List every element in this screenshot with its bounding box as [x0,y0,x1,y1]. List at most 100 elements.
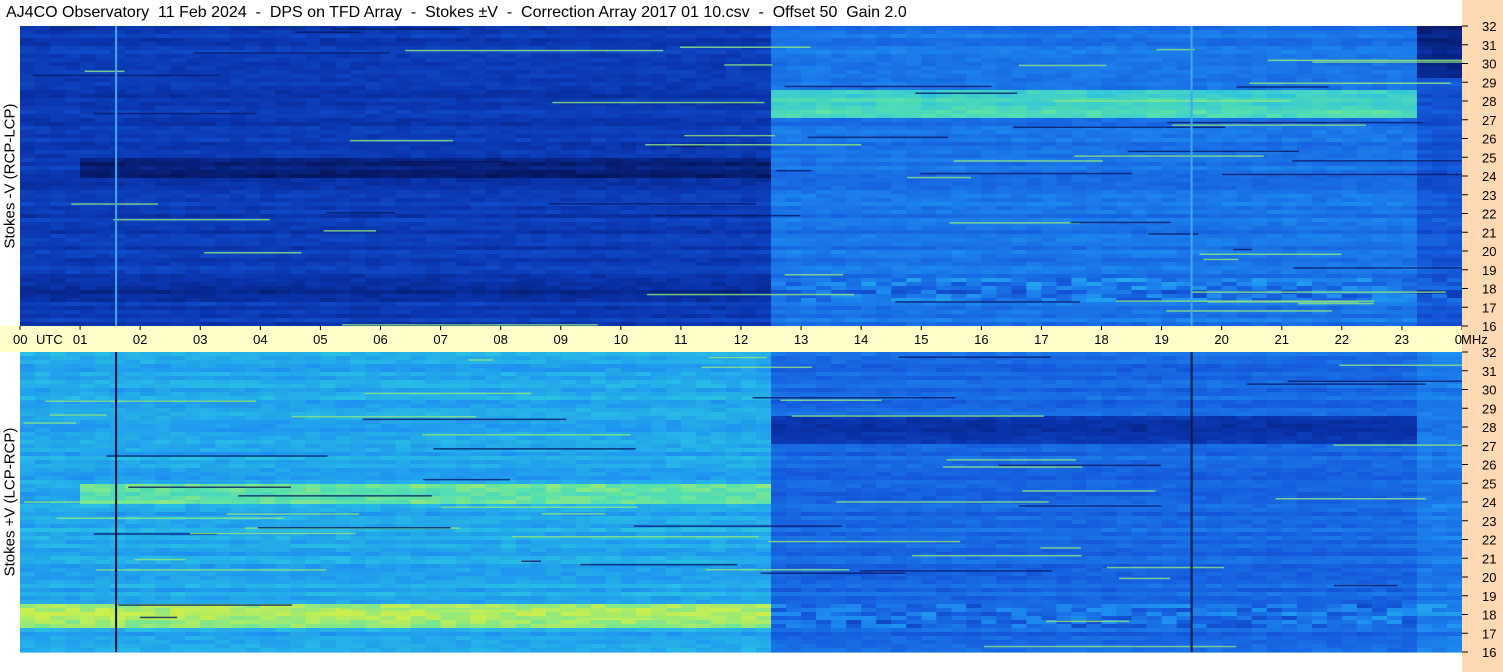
heatmap-cell [515,90,532,95]
heatmap-cell [1056,214,1073,219]
heatmap-cell [65,142,81,147]
heatmap-cell [155,146,171,151]
heatmap-cell [515,66,532,71]
heatmap-cell [350,114,367,119]
heatmap-cell [215,166,231,171]
heatmap-cell [425,146,442,151]
heatmap-cell [846,46,862,51]
heatmap-cell [20,218,36,223]
heatmap-cell [380,42,397,47]
heatmap-cell [650,42,667,47]
heatmap-cell [1161,62,1178,67]
heatmap-cell [831,162,847,167]
heatmap-cell [230,134,246,139]
heatmap-cell [275,206,291,211]
heatmap-cell [1416,114,1433,119]
heatmap-cell [786,50,802,55]
heatmap-cell [1116,138,1133,143]
heatmap-cell [80,126,96,131]
heatmap-cell [1206,226,1223,231]
heatmap-cell [560,26,577,31]
heatmap-cell [816,190,832,195]
heatmap-cell [1176,222,1193,227]
heatmap-cell [1206,94,1223,99]
heatmap-cell [1131,110,1148,115]
heatmap-cell [1341,146,1358,151]
heatmap-cell [365,206,382,211]
heatmap-cell [470,34,487,39]
heatmap-cell [1086,214,1103,219]
heatmap-cell [500,110,517,115]
heatmap-cell [320,182,337,187]
heatmap-cell [65,186,81,191]
heatmap-cell [80,138,96,143]
heatmap-cell [1296,178,1313,183]
heatmap-cell [20,90,36,95]
heatmap-cell [1311,106,1328,111]
heatmap-cell [35,50,51,55]
heatmap-cell [320,78,337,83]
heatmap-cell [425,98,442,103]
heatmap-cell [125,102,141,107]
heatmap-cell [320,102,337,107]
heatmap-cell [545,66,562,71]
heatmap-cell [1446,226,1463,231]
heatmap-cell [1356,114,1373,119]
heatmap-cell [966,150,982,155]
heatmap-cell [1071,50,1088,55]
heatmap-cell [1416,54,1433,59]
heatmap-cell [575,66,592,71]
heatmap-cell [1236,54,1253,59]
heatmap-cell [1401,230,1418,235]
heatmap-cell [1161,210,1178,215]
heatmap-cell [906,34,922,39]
heatmap-cell [125,154,141,159]
heatmap-cell [605,106,622,111]
heatmap-cell [1341,130,1358,135]
heatmap-cell [1026,186,1043,191]
heatmap-cell [1056,114,1073,119]
heatmap-cell [1356,214,1373,219]
heatmap-cell [530,222,547,227]
heatmap-cell [921,54,937,59]
heatmap-cell [1371,190,1388,195]
heatmap-cell [1281,94,1298,99]
heatmap-cell [665,46,682,51]
heatmap-cell [1401,198,1418,203]
heatmap-cell [801,62,817,67]
heatmap-cell [50,50,66,55]
heatmap-cell [966,182,982,187]
heatmap-cell [1011,150,1027,155]
heatmap-cell [996,118,1012,123]
heatmap-cell [425,78,442,83]
heatmap-cell [1206,78,1223,83]
heatmap-cell [620,54,637,59]
heatmap-cell [816,58,832,63]
heatmap-cell [425,226,442,231]
heatmap-cell [125,138,141,143]
heatmap-cell [680,110,697,115]
heatmap-cell [380,130,397,135]
heatmap-cell [455,218,472,223]
heatmap-cell [605,162,622,167]
heatmap-cell [425,58,442,63]
heatmap-cell [1416,38,1433,43]
heatmap-cell [1146,190,1163,195]
heatmap-cell [1416,226,1433,231]
heatmap-cell [185,206,201,211]
heatmap-cell [831,70,847,75]
heatmap-cell [1041,94,1058,99]
heatmap-cell [410,182,427,187]
heatmap-cell [140,54,156,59]
heatmap-cell [620,134,637,139]
heatmap-cell [1296,198,1313,203]
heatmap-cell [185,130,201,135]
heatmap-cell [1011,118,1027,123]
heatmap-cell [1236,42,1253,47]
heatmap-cell [545,82,562,87]
heatmap-cell [155,118,171,123]
heatmap-cell [410,78,427,83]
heatmap-cell [921,202,937,207]
heatmap-cell [1266,146,1283,151]
heatmap-cell [1071,90,1088,95]
